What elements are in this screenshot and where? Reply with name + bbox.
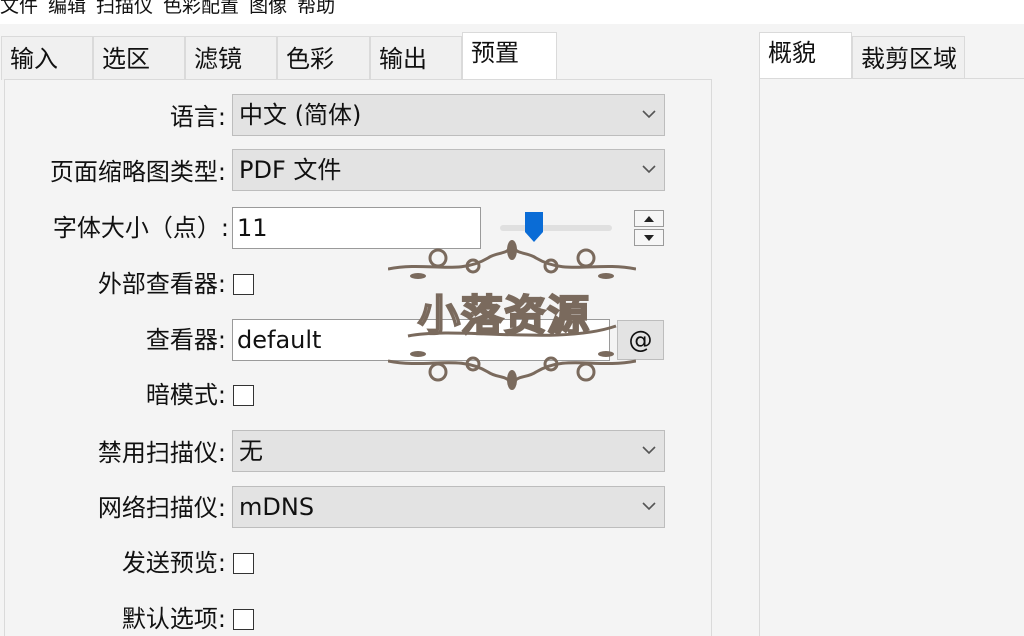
menu-image[interactable]: 图像 — [249, 0, 297, 16]
menu-scanner[interactable]: 扫描仪 — [96, 0, 163, 16]
thumbnail-type-value: PDF 文件 — [239, 156, 342, 184]
send-preview-checkbox[interactable] — [233, 553, 254, 574]
chevron-down-icon — [642, 110, 656, 119]
dark-mode-checkbox[interactable] — [233, 385, 254, 406]
font-size-label: 字体大小（点）: — [52, 214, 229, 242]
network-scanner-value: mDNS — [239, 493, 315, 521]
font-size-slider-track[interactable] — [500, 225, 612, 231]
disable-scanner-select[interactable]: 无 — [232, 430, 665, 472]
tab-input[interactable]: 输入 — [1, 36, 93, 80]
disable-scanner-value: 无 — [239, 437, 263, 465]
language-select[interactable]: 中文 (简体) — [232, 94, 665, 136]
tab-preferences[interactable]: 预置 — [462, 32, 557, 80]
font-size-spin-down[interactable] — [634, 229, 664, 246]
arrow-up-icon — [644, 216, 654, 222]
menu-color-profile[interactable]: 色彩配置 — [163, 0, 249, 16]
chevron-down-icon — [642, 446, 656, 455]
font-size-slider-thumb[interactable] — [525, 212, 544, 242]
thumbnail-type-select[interactable]: PDF 文件 — [232, 149, 665, 191]
tab-selection[interactable]: 选区 — [93, 36, 185, 80]
tab-filters[interactable]: 滤镜 — [185, 36, 277, 80]
default-options-checkbox[interactable] — [233, 609, 254, 630]
language-value: 中文 (简体) — [239, 101, 362, 129]
external-viewer-label: 外部查看器: — [97, 270, 226, 298]
tab-crop-area[interactable]: 裁剪区域 — [852, 36, 965, 80]
tab-output[interactable]: 输出 — [370, 36, 462, 80]
menu-help[interactable]: 帮助 — [297, 0, 345, 16]
menu-edit[interactable]: 编辑 — [48, 0, 96, 16]
preview-panel — [759, 78, 1024, 636]
viewer-browse-button[interactable]: @ — [617, 320, 664, 360]
viewer-input[interactable]: default — [232, 319, 610, 361]
dark-mode-label: 暗模式: — [145, 381, 226, 409]
send-preview-label: 发送预览: — [121, 549, 226, 577]
tab-overview[interactable]: 概貌 — [759, 32, 852, 80]
default-options-label: 默认选项: — [121, 605, 226, 633]
app-window: 文件 编辑 扫描仪 色彩配置 图像 帮助 输入 选区 滤镜 色彩 输出 预置 概… — [0, 0, 1024, 636]
language-label: 语言: — [169, 103, 226, 131]
disable-scanner-label: 禁用扫描仪: — [97, 439, 226, 467]
viewer-label: 查看器: — [145, 326, 226, 354]
chevron-down-icon — [642, 165, 656, 174]
font-size-spin-up[interactable] — [634, 210, 664, 227]
arrow-down-icon — [644, 235, 654, 241]
chevron-down-icon — [642, 502, 656, 511]
thumbnail-type-label: 页面缩略图类型: — [49, 158, 226, 186]
menu-file[interactable]: 文件 — [0, 0, 48, 16]
preview-tabbar: 概貌 裁剪区域 — [759, 32, 1024, 80]
external-viewer-checkbox[interactable] — [233, 274, 254, 295]
network-scanner-label: 网络扫描仪: — [97, 494, 226, 522]
settings-tabbar: 输入 选区 滤镜 色彩 输出 预置 — [0, 32, 560, 80]
tab-color[interactable]: 色彩 — [277, 36, 370, 80]
menubar: 文件 编辑 扫描仪 色彩配置 图像 帮助 — [0, 0, 1024, 24]
network-scanner-select[interactable]: mDNS — [232, 486, 665, 528]
font-size-input[interactable]: 11 — [232, 207, 481, 249]
